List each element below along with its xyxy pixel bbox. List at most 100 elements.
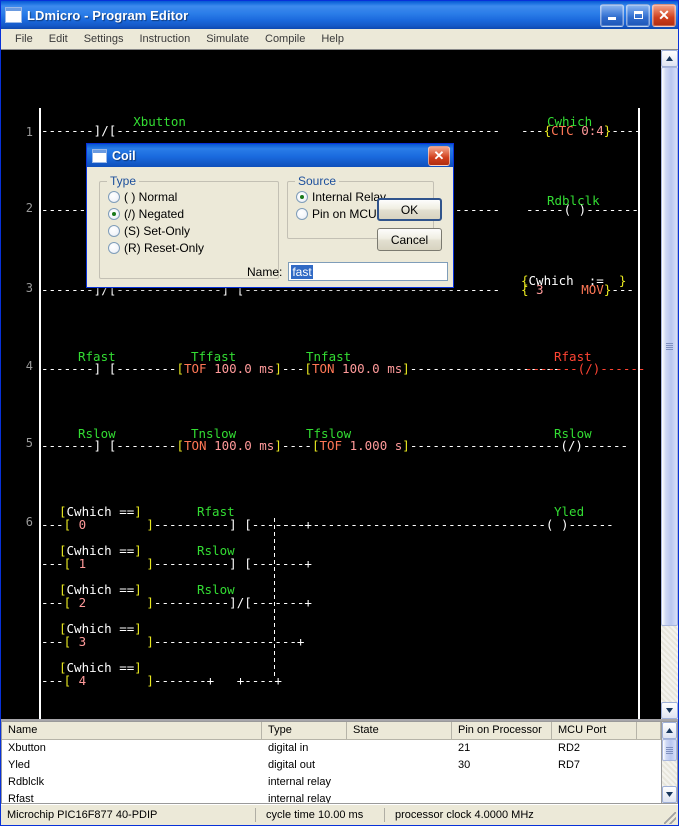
b4-pre: --- — [41, 673, 64, 688]
status-bar: Microchip PIC16F877 40-PDIP cycle time 1… — [1, 804, 678, 825]
rung2-coil[interactable]: -----( )------- — [526, 200, 639, 219]
io-list[interactable]: Name Type State Pin on Processor MCU Por… — [1, 721, 661, 804]
maximize-button[interactable] — [626, 3, 650, 27]
name-input[interactable]: fast — [288, 262, 449, 281]
dialog-close-button[interactable]: ✕ — [428, 145, 450, 166]
b4-post: -------+ +----+ — [153, 673, 282, 688]
column-header-state[interactable]: State — [347, 722, 452, 739]
radio-set-only-label: (S) Set-Only — [124, 224, 191, 238]
cmp0-pad — [86, 517, 146, 532]
radio-negated-indicator[interactable] — [108, 208, 120, 220]
name-field-row: Name: fast — [247, 262, 449, 281]
column-header-name[interactable]: Name — [2, 722, 262, 739]
scroll-grip-icon — [666, 342, 673, 350]
chevron-up-icon — [666, 56, 673, 61]
dash-right: ---- — [611, 123, 642, 138]
column-header-extra — [637, 722, 661, 739]
window-controls: ✕ — [600, 3, 676, 27]
table-row[interactable]: Xbutton digital in 21 RD2 — [2, 740, 661, 757]
menu-item-instruction[interactable]: Instruction — [131, 31, 198, 47]
io-scroll-down-button[interactable] — [662, 786, 677, 803]
cmp1-value: 1 — [71, 556, 87, 571]
radio-set-only[interactable]: (S) Set-Only — [108, 224, 278, 238]
radio-internal-relay-indicator[interactable] — [296, 191, 308, 203]
rung-number-2: 2 — [25, 201, 33, 215]
menu-item-edit[interactable]: Edit — [41, 31, 76, 47]
radio-negated-label: (/) Negated — [124, 207, 185, 221]
menu-item-simulate[interactable]: Simulate — [198, 31, 257, 47]
scroll-track[interactable] — [661, 67, 678, 702]
rung4-coil-selected[interactable]: -------(/)------ — [525, 359, 645, 378]
column-header-port[interactable]: MCU Port — [552, 722, 637, 739]
mov-value: 3 — [528, 282, 544, 297]
window-icon — [5, 7, 22, 23]
title-bar: LDmicro - Program Editor ✕ — [1, 1, 678, 29]
status-separator-2 — [384, 808, 385, 822]
rung6-branch3[interactable]: ---[ 3 ]-------------------+ — [41, 632, 304, 651]
table-row[interactable]: Rfast internal relay — [2, 791, 661, 803]
scroll-thumb[interactable] — [661, 67, 678, 626]
radio-set-only-indicator[interactable] — [108, 225, 120, 237]
cmp2-brk-close2: ] — [146, 595, 154, 610]
rung6-branch-connector — [274, 518, 275, 676]
rung6-output-line[interactable]: ------------------------------------( )-… — [275, 515, 614, 534]
mov-brace-open2: { — [521, 282, 529, 297]
radio-pin-on-mcu-indicator[interactable] — [296, 208, 308, 220]
cmp1-brk-open2: [ — [63, 556, 72, 571]
rung4-contact[interactable]: -------] [-------- — [41, 361, 176, 376]
scroll-up-button[interactable] — [661, 50, 678, 67]
rung4-gap1: --- — [281, 361, 305, 376]
menu-item-help[interactable]: Help — [313, 31, 352, 47]
rung6-branch0[interactable]: ---[ 0 ]----------] [-------+ — [41, 515, 312, 534]
radio-normal-indicator[interactable] — [108, 191, 120, 203]
cell-name: Rdblclk — [8, 776, 45, 788]
scroll-down-button[interactable] — [661, 702, 678, 719]
b3-post: -------------------+ — [153, 634, 305, 649]
radio-normal[interactable]: ( ) Normal — [108, 190, 278, 204]
cmp3-value: 3 — [71, 634, 87, 649]
resize-grip-icon[interactable] — [664, 812, 676, 824]
radio-internal-relay-label: Internal Relay — [312, 190, 387, 204]
rung1-contact-line[interactable]: -------]/[------------------------------… — [41, 121, 500, 140]
io-scroll-track[interactable] — [662, 739, 677, 786]
cell-state — [347, 774, 452, 791]
radio-reset-only[interactable]: (R) Reset-Only — [108, 241, 278, 255]
menu-item-settings[interactable]: Settings — [76, 31, 132, 47]
minimize-button[interactable] — [600, 3, 624, 27]
column-header-pin[interactable]: Pin on Processor — [452, 722, 552, 739]
table-row[interactable]: Yled digital out 30 RD7 — [2, 757, 661, 774]
io-scroll-thumb[interactable] — [662, 739, 677, 761]
radio-reset-only-indicator[interactable] — [108, 242, 120, 254]
cmp4-brk-close2: ] — [146, 673, 154, 688]
menu-item-file[interactable]: File — [7, 31, 41, 47]
rung1-ctc-block[interactable]: ---{CTC 0:4}---- — [521, 121, 641, 140]
rung5-gap2: --------------------(/)------ — [409, 438, 629, 453]
table-row[interactable]: Rdblclk internal relay — [2, 774, 661, 791]
rung5-body[interactable]: -------] [--------[TON 100.0 ms]----[TOF… — [41, 436, 628, 455]
rung5-ton-open: [ — [176, 438, 184, 453]
close-button[interactable]: ✕ — [652, 3, 676, 27]
cell-state — [347, 757, 452, 774]
io-list-scrollbar[interactable] — [661, 721, 678, 804]
io-scroll-up-button[interactable] — [662, 722, 677, 739]
cancel-button[interactable]: Cancel — [377, 228, 442, 251]
rung6-branch2[interactable]: ---[ 2 ]----------]/[-------+ — [41, 593, 312, 612]
editor-vertical-scrollbar[interactable] — [660, 50, 678, 719]
rung5-contact[interactable]: -------] [-------- — [41, 438, 176, 453]
ctc-keyword: CTC — [551, 123, 574, 138]
chevron-down-icon — [666, 792, 673, 797]
column-header-type[interactable]: Type — [262, 722, 347, 739]
rung4-body[interactable]: -------] [--------[TOF 100.0 ms]---[TON … — [41, 359, 560, 378]
ok-button[interactable]: OK — [377, 198, 442, 221]
rung5-gap1: ---- — [281, 438, 312, 453]
rung3-mov-bottom[interactable]: { 3 MOV}--- — [521, 280, 634, 299]
cell-type: digital in — [268, 742, 309, 754]
rung6-branch1[interactable]: ---[ 1 ]----------] [-------+ — [41, 554, 312, 573]
rung-number-3: 3 — [25, 281, 33, 295]
status-cycle-time: cycle time 10.00 ms — [266, 809, 364, 821]
radio-negated[interactable]: (/) Negated — [108, 207, 278, 221]
rung6-contact1-label: Rslow — [197, 543, 235, 558]
menu-item-compile[interactable]: Compile — [257, 31, 313, 47]
name-label: Name: — [247, 264, 283, 279]
rung6-branch4[interactable]: ---[ 4 ]-------+ +----+ — [41, 671, 282, 690]
